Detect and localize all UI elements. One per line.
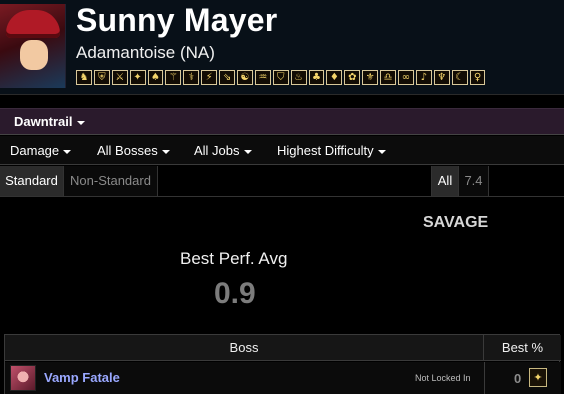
difficulty-heading: SAVAGE (423, 214, 489, 231)
best-percent-value: 0 (514, 371, 522, 386)
job-icon[interactable]: ♪ (415, 70, 432, 85)
job-icon[interactable]: ♨ (290, 70, 307, 85)
caret-down-icon (161, 149, 170, 154)
job-icon[interactable]: ♎ (380, 70, 397, 85)
job-icon[interactable]: ∞ (398, 70, 414, 85)
table-row: Vamp Fatale Not Locked In 0 ✦ (5, 362, 561, 394)
column-header-best-percent[interactable]: Best % (484, 335, 561, 361)
tab-standard[interactable]: Standard (0, 166, 64, 196)
expansion-label: Dawntrail (14, 114, 73, 129)
job-icon[interactable]: ♠ (147, 70, 164, 85)
column-header-boss[interactable]: Boss (5, 335, 484, 361)
metric-label: Damage (10, 143, 60, 158)
job-icon[interactable]: ☾ (451, 70, 468, 85)
filter-bar: Damage All Bosses All Jobs Highest Diffi… (0, 136, 564, 165)
job-icon[interactable]: ♒ (254, 70, 271, 85)
metric-dropdown[interactable]: Damage (10, 143, 72, 158)
avatar-face-shape (20, 40, 48, 70)
header-separator (0, 94, 564, 108)
job-icon[interactable]: ♆ (433, 70, 450, 85)
best-perf-avg-value: 0.9 (214, 277, 256, 310)
boss-filter-dropdown[interactable]: All Bosses (97, 143, 170, 158)
avatar-hat-shape (6, 10, 60, 38)
job-icon[interactable]: ⇘ (219, 70, 236, 85)
character-name: Sunny Mayer (76, 2, 278, 38)
rankings-table: Boss Best % Vamp Fatale Not Locked In 0 … (4, 334, 561, 394)
partition-bar: Standard Non-Standard All 7.4 (0, 166, 564, 197)
job-filter-label: All Jobs (194, 143, 240, 158)
best-job-icon[interactable]: ✦ (529, 368, 547, 387)
caret-down-icon (243, 149, 252, 154)
best-perf-avg-label: Best Perf. Avg (180, 249, 288, 268)
caret-down-icon (63, 149, 72, 154)
job-icon[interactable]: ✦ (129, 70, 146, 85)
job-icon[interactable]: ⚚ (165, 70, 182, 85)
job-icon[interactable]: ⚡ (201, 70, 218, 85)
job-icon[interactable]: ♀ (469, 70, 486, 85)
job-icon[interactable]: ⛉ (272, 70, 289, 85)
job-icon[interactable]: ⚔ (111, 70, 128, 85)
job-filter-dropdown[interactable]: All Jobs (194, 143, 252, 158)
character-header: Sunny Mayer Adamantoise (NA) ♞ ⛨ ⚔ ✦ ♠ ⚚ ⚕ ⚡ ⇘ ☯ ♒… (0, 0, 564, 94)
caret-down-icon (76, 120, 85, 125)
cell-divider (484, 362, 485, 394)
character-avatar[interactable] (0, 4, 66, 88)
expansion-bar: Dawntrail (0, 108, 564, 135)
job-icon[interactable]: ♦ (326, 70, 343, 85)
job-icon[interactable]: ✿ (344, 70, 361, 85)
tab-non-standard[interactable]: Non-Standard (64, 166, 158, 196)
job-icon[interactable]: ⛨ (93, 70, 110, 85)
boss-filter-label: All Bosses (97, 143, 158, 158)
job-icon[interactable]: ♣ (308, 70, 325, 85)
difficulty-dropdown[interactable]: Highest Difficulty (277, 143, 386, 158)
expansion-dropdown[interactable]: Dawntrail (14, 114, 85, 129)
job-icons-row: ♞ ⛨ ⚔ ✦ ♠ ⚚ ⚕ ⚡ ⇘ ☯ ♒ ⛉ ♨ ♣ ♦ ✿ ⚜ ♎ ∞ ♪ ♆ ☾ ♀ (76, 70, 486, 85)
tab-patch-7-4[interactable]: 7.4 (459, 166, 489, 196)
lock-status: Not Locked In (415, 373, 471, 383)
boss-name-link[interactable]: Vamp Fatale (44, 370, 120, 385)
job-icon[interactable]: ☯ (237, 70, 253, 85)
job-icon[interactable]: ⚜ (362, 70, 379, 85)
character-server: Adamantoise (NA) (76, 43, 215, 62)
difficulty-filter-label: Highest Difficulty (277, 143, 374, 158)
caret-down-icon (377, 149, 386, 154)
table-header: Boss Best % (5, 335, 561, 361)
job-icon[interactable]: ⚕ (183, 70, 200, 85)
job-icon[interactable]: ♞ (76, 70, 92, 85)
boss-portrait (10, 365, 36, 391)
tab-all[interactable]: All (431, 166, 459, 196)
